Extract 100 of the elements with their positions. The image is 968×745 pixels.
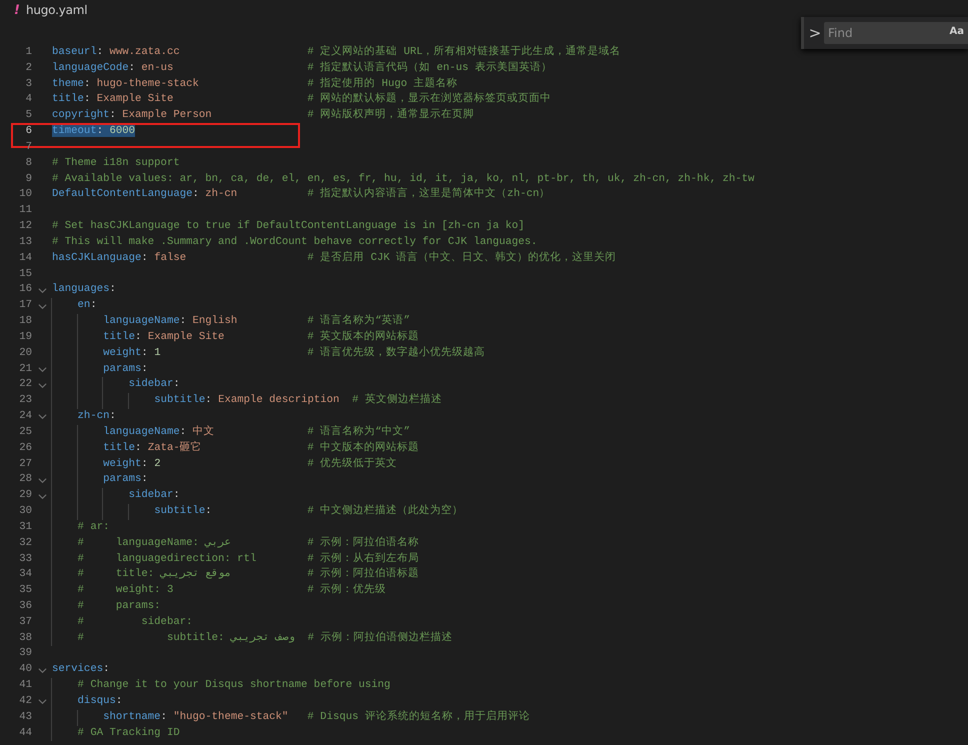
line-number: 11	[18, 203, 32, 218]
line-number: 19	[18, 330, 32, 345]
line-number: 43	[18, 710, 32, 725]
line-number: 2	[24, 60, 32, 76]
code-line: subtitle:	[154, 505, 212, 518]
line-number: 31	[18, 520, 32, 535]
line-number: 12	[18, 219, 32, 234]
code-line: # ar:	[78, 520, 110, 533]
line-number: 40	[18, 662, 32, 678]
code-line: # Theme i18n support	[52, 156, 180, 169]
code-comment: # 语言名称为“英语”	[307, 314, 410, 330]
code-line: baseurl: www.zata.cc	[52, 46, 180, 58]
line-number: 24	[18, 409, 32, 424]
code-line: # params:	[78, 600, 161, 612]
code-line: params:	[103, 362, 148, 375]
code-comment: # 网站的默认标题，显示在浏览器标签页或页面中	[307, 92, 552, 108]
code-line: languageName: 中文	[103, 426, 215, 438]
line-number: 17	[18, 298, 32, 314]
code-line: shortname: "hugo-theme-stack"	[103, 710, 288, 723]
yaml-file-icon: !	[14, 2, 20, 18]
line-number: 35	[18, 583, 32, 598]
code-line: weight: 2	[103, 458, 161, 470]
code-line: languageCode: en-us	[52, 62, 174, 74]
chevron-down-icon[interactable]	[38, 412, 46, 422]
line-number: 26	[18, 440, 32, 456]
line-number: 21	[18, 362, 32, 377]
code-line: languageName: English	[103, 315, 238, 328]
code-line: theme: hugo-theme-stack	[52, 78, 199, 90]
code-line: title: Example Site	[52, 93, 174, 106]
code-line: sidebar:	[128, 489, 180, 502]
code-comment: # 指定使用的 Hugo 主题名称	[307, 76, 458, 92]
file-name[interactable]: hugo.yaml	[26, 3, 88, 17]
code-line: DefaultContentLanguage: zh-cn	[52, 188, 238, 200]
line-number: 25	[18, 424, 32, 440]
line-number: 29	[18, 488, 32, 504]
line-number: 10	[18, 187, 32, 202]
line-number: 9	[24, 172, 32, 187]
chevron-down-icon[interactable]	[38, 666, 46, 675]
line-number: 44	[18, 726, 32, 741]
code-comment: # 语言名称为“中文”	[307, 424, 410, 440]
match-case-button[interactable]: Aa	[948, 25, 966, 38]
line-number: 1	[24, 45, 32, 60]
line-number: 14	[18, 250, 32, 266]
code-line: en:	[78, 299, 97, 312]
line-number: 16	[18, 282, 32, 298]
chevron-down-icon[interactable]	[38, 492, 46, 501]
code-line: sidebar:	[128, 378, 180, 390]
chevron-down-icon[interactable]	[38, 697, 46, 706]
line-number: 37	[18, 614, 32, 630]
line-number: 42	[18, 694, 32, 709]
line-number: 15	[18, 266, 32, 282]
code-comment: # 英文侧边栏描述	[352, 393, 442, 408]
code-line: disqus:	[78, 694, 122, 707]
code-line: # This will make .Summary and .WordCount behave correctly for CJK languages.	[52, 236, 538, 248]
code-comment: # 中文版本的网站标题	[307, 440, 420, 456]
code-line: subtitle: Example description	[154, 394, 340, 406]
line-number: 8	[24, 156, 32, 171]
line-number: 30	[18, 504, 32, 520]
line-number: 5	[24, 108, 32, 124]
code-comment: # Disqus 评论系统的短名称，用于启用评论	[307, 710, 530, 725]
code-comment: # 是否启用 CJK 语言（中文、日文、韩文）的优化，这里关闭	[307, 250, 616, 266]
code-comment: # 示例：阿拉伯语侧边栏描述	[308, 630, 452, 646]
code-line: # sidebar:	[78, 616, 192, 628]
code-line: services:	[52, 663, 110, 676]
code-line: hasCJKLanguage: false	[52, 252, 186, 264]
code-line: # title: موقع تجريبي	[78, 568, 232, 580]
code-comment: # 示例：阿拉伯语名称	[307, 536, 420, 551]
code-line: # Available values: ar, bn, ca, de, el, en, es, fr, hu, id, it, ja, ko, nl, pt-br, th, uk, zh-cn, zh-hk, zh-tw	[52, 172, 754, 185]
code-line: # languagedirection: rtl	[78, 552, 256, 564]
code-line: # subtitle: وصف تجريبي	[78, 632, 295, 644]
line-number: 23	[18, 393, 32, 408]
code-comment: # 示例：优先级	[307, 583, 386, 598]
line-number: 32	[18, 536, 32, 551]
line-number: 6	[24, 124, 32, 140]
code-line: title: Example Site	[103, 330, 224, 343]
line-number: 36	[18, 598, 32, 614]
line-number: 22	[18, 377, 32, 392]
code-line: title: Zata-砸它	[103, 442, 202, 454]
line-number: 41	[18, 678, 32, 694]
code-comment: # 指定默认语言代码（如 en-us 表示美国英语）	[307, 60, 552, 76]
chevron-down-icon[interactable]	[38, 364, 46, 374]
code-comment: # 中文侧边栏描述（此处为空）	[307, 504, 464, 520]
line-number: 34	[18, 567, 32, 582]
line-number: 13	[18, 234, 32, 250]
chevron-down-icon[interactable]	[38, 380, 46, 390]
line-number: 38	[18, 630, 32, 646]
toggle-replace-button[interactable]: >	[808, 22, 822, 44]
code-comment: # 指定默认内容语言，这里是简体中文（zh-cn）	[307, 187, 550, 202]
chevron-down-icon[interactable]	[38, 302, 46, 311]
code-comment: # 示例：阿拉伯语标题	[307, 567, 420, 582]
chevron-down-icon[interactable]	[38, 476, 46, 485]
code-comment: # 优先级低于英文	[307, 456, 398, 472]
code-line: # Set hasCJKLanguage to true if DefaultContentLanguage is in [zh-cn ja ko]	[52, 220, 525, 232]
code-line: # languageName: عربي	[78, 536, 231, 549]
line-number: 27	[18, 456, 32, 472]
line-number: 20	[18, 346, 32, 361]
code-line: params:	[103, 473, 148, 486]
code-comment: # 网站版权声明，通常显示在页脚	[307, 108, 474, 124]
chevron-down-icon[interactable]	[38, 286, 46, 295]
code-comment: # 英文版本的网站标题	[307, 330, 420, 345]
